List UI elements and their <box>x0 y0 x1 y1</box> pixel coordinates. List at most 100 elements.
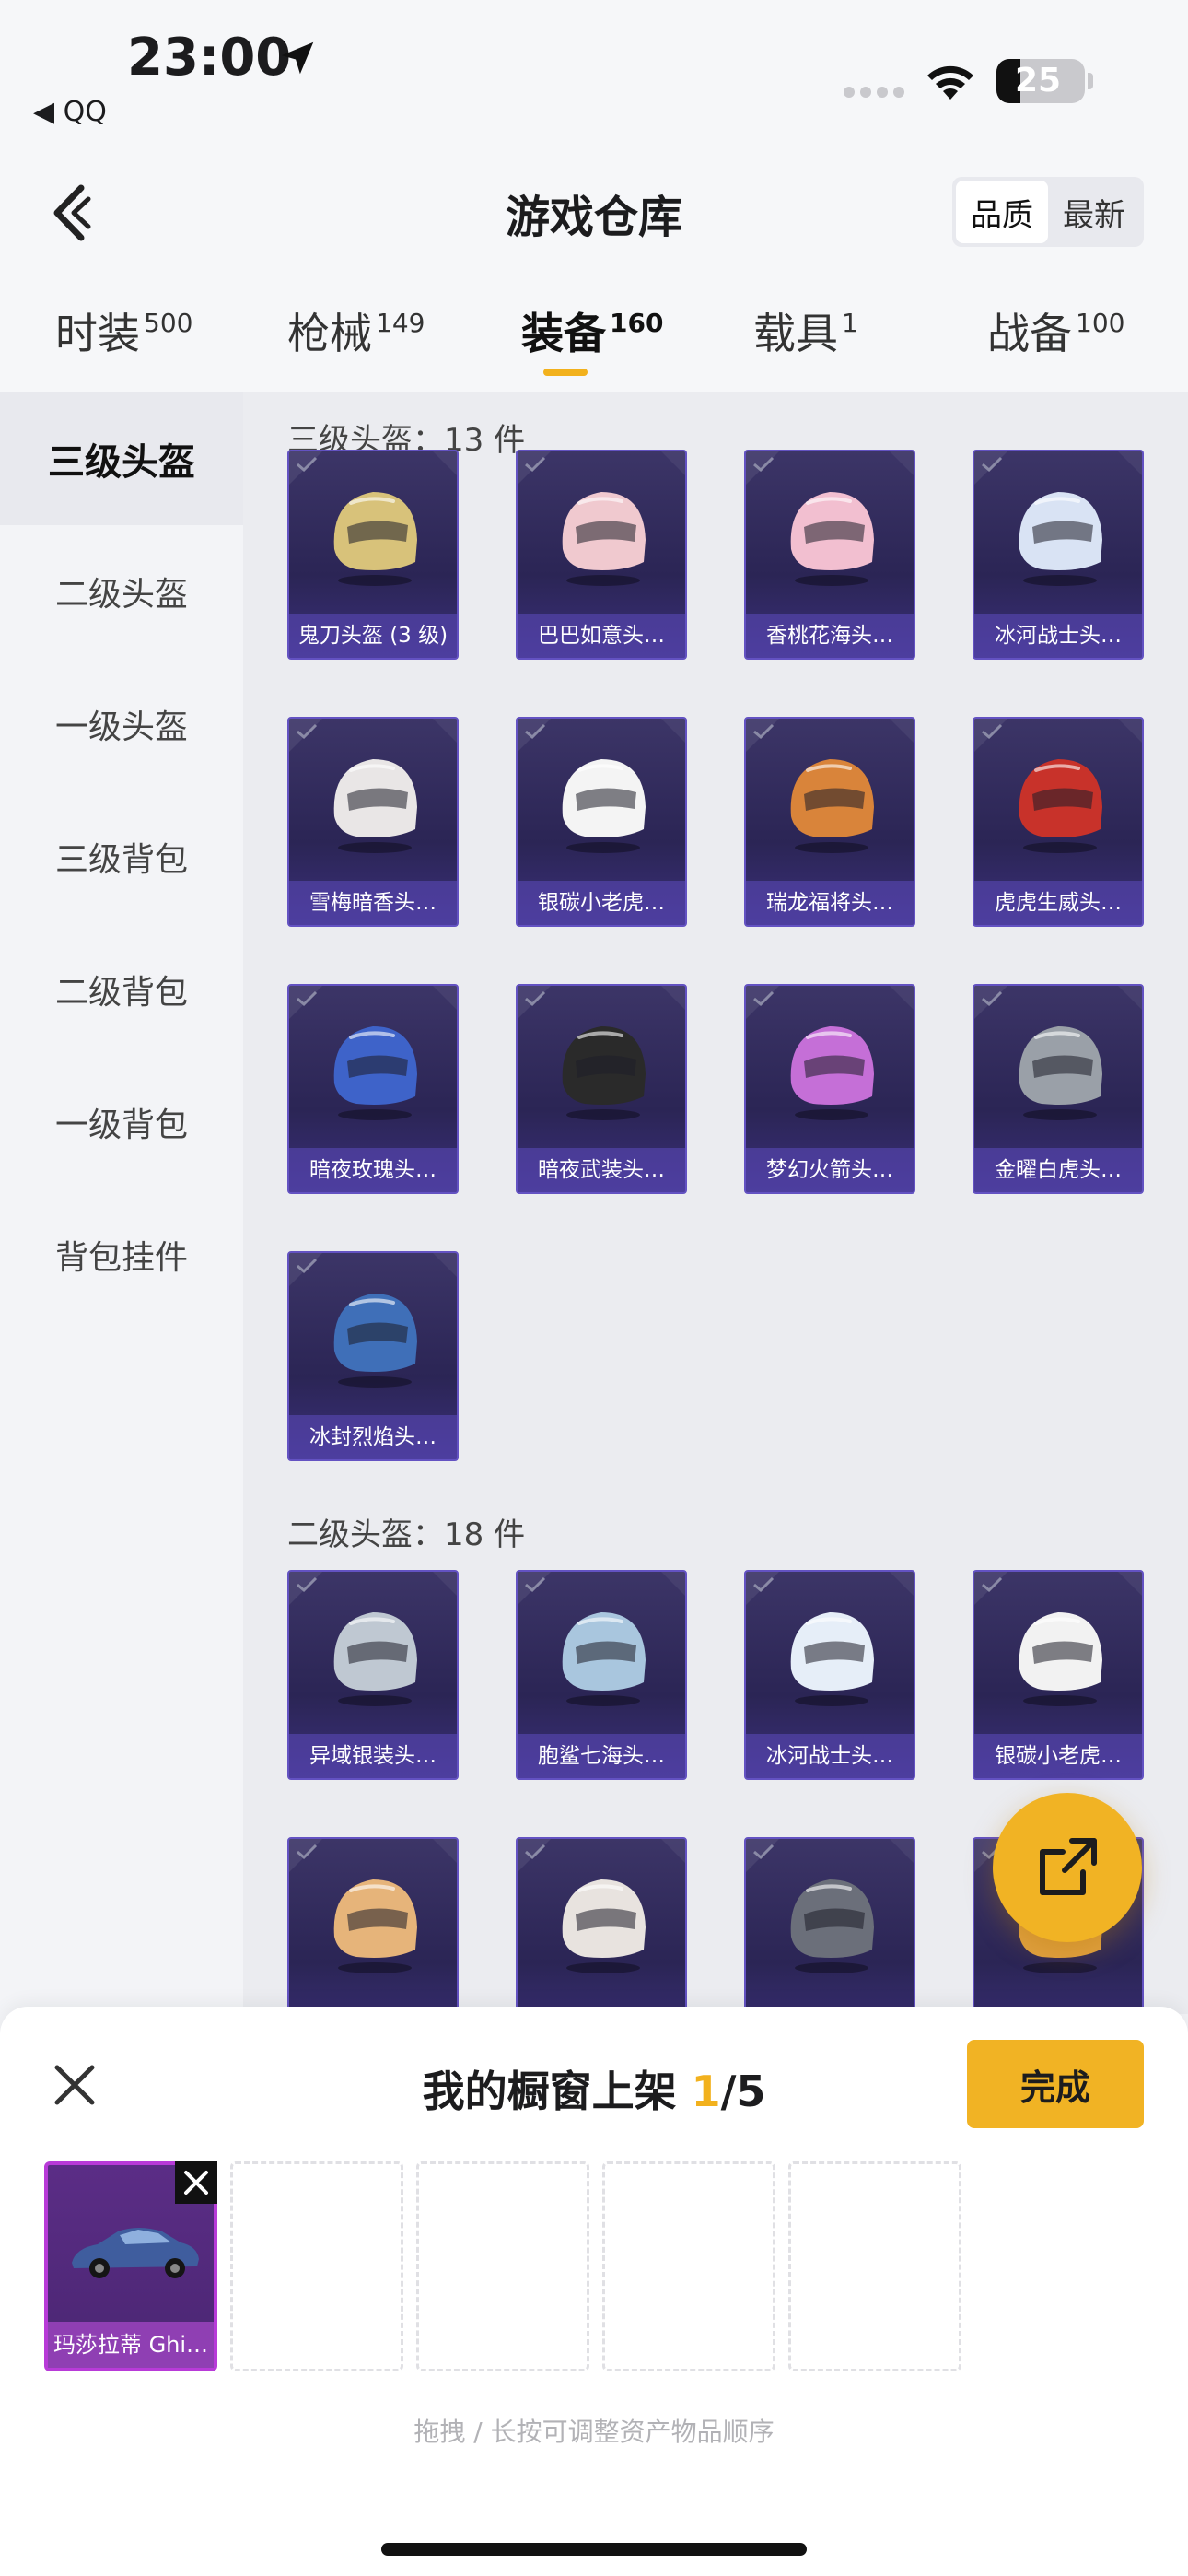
wifi-icon <box>927 65 973 100</box>
helmet-icon <box>1019 759 1102 853</box>
battery-level: 25 <box>1015 62 1062 100</box>
item-card-label: 冰封烈焰头… <box>289 1415 457 1459</box>
tab-fashion[interactable]: 时装 500 <box>55 300 192 361</box>
check-icon <box>982 456 1003 473</box>
tab-supplies[interactable]: 战备 100 <box>987 300 1124 361</box>
item-card-label: 虎虎生威头… <box>974 881 1142 925</box>
tab-label: 时装 <box>55 309 140 358</box>
tab-label: 枪械 <box>287 309 372 358</box>
item-card[interactable]: 金曜白虎头… <box>973 984 1144 1194</box>
nav-header: 游戏仓库 品质 最新 <box>0 147 1188 276</box>
item-card[interactable]: 瑞龙福将头… <box>744 717 915 927</box>
check-icon <box>982 990 1003 1007</box>
check-icon <box>297 456 318 473</box>
item-card[interactable]: 冰河战士头… <box>973 450 1144 660</box>
helmet-icon <box>1019 1612 1102 1706</box>
sidebar-item-lvl3-backpack[interactable]: 三级背包 <box>0 790 243 923</box>
check-icon <box>297 1576 318 1593</box>
item-card[interactable]: 异域银装头… <box>287 1570 459 1780</box>
category-tabs: 时装 500 枪械 149 装备 160 载具 1 战备 100 <box>0 276 1188 392</box>
helmet-icon <box>790 1879 874 1973</box>
check-icon <box>753 990 775 1007</box>
share-external-icon <box>1040 1838 1097 1895</box>
item-card[interactable]: 胞鲨七海头… <box>516 1570 687 1780</box>
section-title-lvl2-helmet: 二级头盔：18 件 <box>287 1516 526 1553</box>
showcase-slot-empty[interactable] <box>602 2161 775 2371</box>
tab-count: 1 <box>842 308 858 338</box>
helmet-icon <box>562 492 646 586</box>
remove-slot-icon[interactable] <box>175 2161 217 2204</box>
status-time: 23:00 <box>127 28 292 88</box>
item-card[interactable]: 虎虎生威头… <box>973 717 1144 927</box>
home-indicator <box>381 2543 807 2556</box>
tab-weapons[interactable]: 枪械 149 <box>287 300 425 361</box>
item-card[interactable]: 香桃花海头… <box>744 450 915 660</box>
item-card-label: 暗夜玫瑰头… <box>289 1148 457 1192</box>
showcase-slot-empty[interactable] <box>230 2161 403 2371</box>
check-icon <box>753 456 775 473</box>
item-card-label: 梦幻火箭头… <box>746 1148 914 1192</box>
car-thumbnail-icon <box>72 2228 199 2278</box>
sidebar-item-lvl2-backpack[interactable]: 二级背包 <box>0 923 243 1056</box>
helmet-icon <box>333 1026 417 1120</box>
item-card-label: 巴巴如意头… <box>518 614 685 658</box>
helmet-icon <box>333 1294 417 1388</box>
item-card-label: 冰河战士头… <box>746 1734 914 1778</box>
item-card[interactable]: 暗夜玫瑰头… <box>287 984 459 1194</box>
item-card[interactable] <box>516 1837 687 2014</box>
done-button[interactable]: 完成 <box>967 2040 1144 2128</box>
showcase-slot-empty[interactable] <box>416 2161 589 2371</box>
check-icon <box>753 1576 775 1593</box>
tab-vehicles[interactable]: 载具 1 <box>753 300 858 361</box>
item-card-label: 胞鲨七海头… <box>518 1734 685 1778</box>
check-icon <box>753 723 775 740</box>
sidebar-item-lvl1-helmet[interactable]: 一级头盔 <box>0 658 243 790</box>
showcase-slot-filled[interactable]: 玛莎拉蒂 Ghi… <box>44 2161 217 2371</box>
status-bar: 23:00 ◀ QQ 25 <box>0 0 1188 147</box>
item-card[interactable]: 梦幻火箭头… <box>744 984 915 1194</box>
check-icon <box>525 456 546 473</box>
sort-newest-button[interactable]: 最新 <box>1048 181 1140 243</box>
item-card[interactable]: 冰河战士头… <box>744 1570 915 1780</box>
check-icon <box>525 723 546 740</box>
back-to-app-link[interactable]: ◀ QQ <box>33 96 107 128</box>
showcase-sheet: 我的橱窗上架 1/5 完成 玛莎拉蒂 Ghi… 拖拽 / 长按可调整资产物品顺序 <box>0 2007 1188 2576</box>
item-card[interactable] <box>287 1837 459 2014</box>
check-icon <box>753 1844 775 1860</box>
showcase-slot-empty[interactable] <box>788 2161 961 2371</box>
tab-equipment[interactable]: 装备 160 <box>521 300 663 361</box>
helmet-icon <box>562 1026 646 1120</box>
item-card[interactable] <box>744 1837 915 2014</box>
item-card-label: 冰河战士头… <box>974 614 1142 658</box>
tab-label: 载具 <box>753 309 838 358</box>
item-card[interactable]: 银碳小老虎… <box>516 717 687 927</box>
sidebar-item-backpack-pendant[interactable]: 背包挂件 <box>0 1188 243 1321</box>
check-icon <box>297 723 318 740</box>
check-icon <box>982 1576 1003 1593</box>
item-card[interactable]: 银碳小老虎… <box>973 1570 1144 1780</box>
check-icon <box>525 1576 546 1593</box>
subcategory-sidebar: 三级头盔 二级头盔 一级头盔 三级背包 二级背包 一级背包 背包挂件 <box>0 392 243 2014</box>
item-card[interactable]: 暗夜武装头… <box>516 984 687 1194</box>
tab-label: 战备 <box>987 309 1072 358</box>
signal-dots-icon <box>844 87 904 98</box>
sidebar-item-lvl1-backpack[interactable]: 一级背包 <box>0 1056 243 1188</box>
sidebar-item-lvl2-helmet[interactable]: 二级头盔 <box>0 525 243 658</box>
tab-count: 149 <box>376 308 425 338</box>
helmet-icon <box>790 1026 874 1120</box>
item-card[interactable]: 巴巴如意头… <box>516 450 687 660</box>
helmet-icon <box>790 1612 874 1706</box>
item-card-label: 金曜白虎头… <box>974 1148 1142 1192</box>
helmet-icon <box>790 759 874 853</box>
helmet-icon <box>1019 1026 1102 1120</box>
sort-quality-button[interactable]: 品质 <box>956 181 1048 243</box>
share-fab[interactable] <box>993 1793 1142 1942</box>
location-arrow-icon <box>281 41 314 75</box>
item-card[interactable]: 鬼刀头盔 (3 级) <box>287 450 459 660</box>
sidebar-item-lvl3-helmet[interactable]: 三级头盔 <box>0 392 243 525</box>
helmet-icon <box>790 492 874 586</box>
tab-count: 160 <box>610 308 664 338</box>
item-card[interactable]: 冰封烈焰头… <box>287 1251 459 1461</box>
helmet-icon <box>562 759 646 853</box>
item-card[interactable]: 雪梅暗香头… <box>287 717 459 927</box>
